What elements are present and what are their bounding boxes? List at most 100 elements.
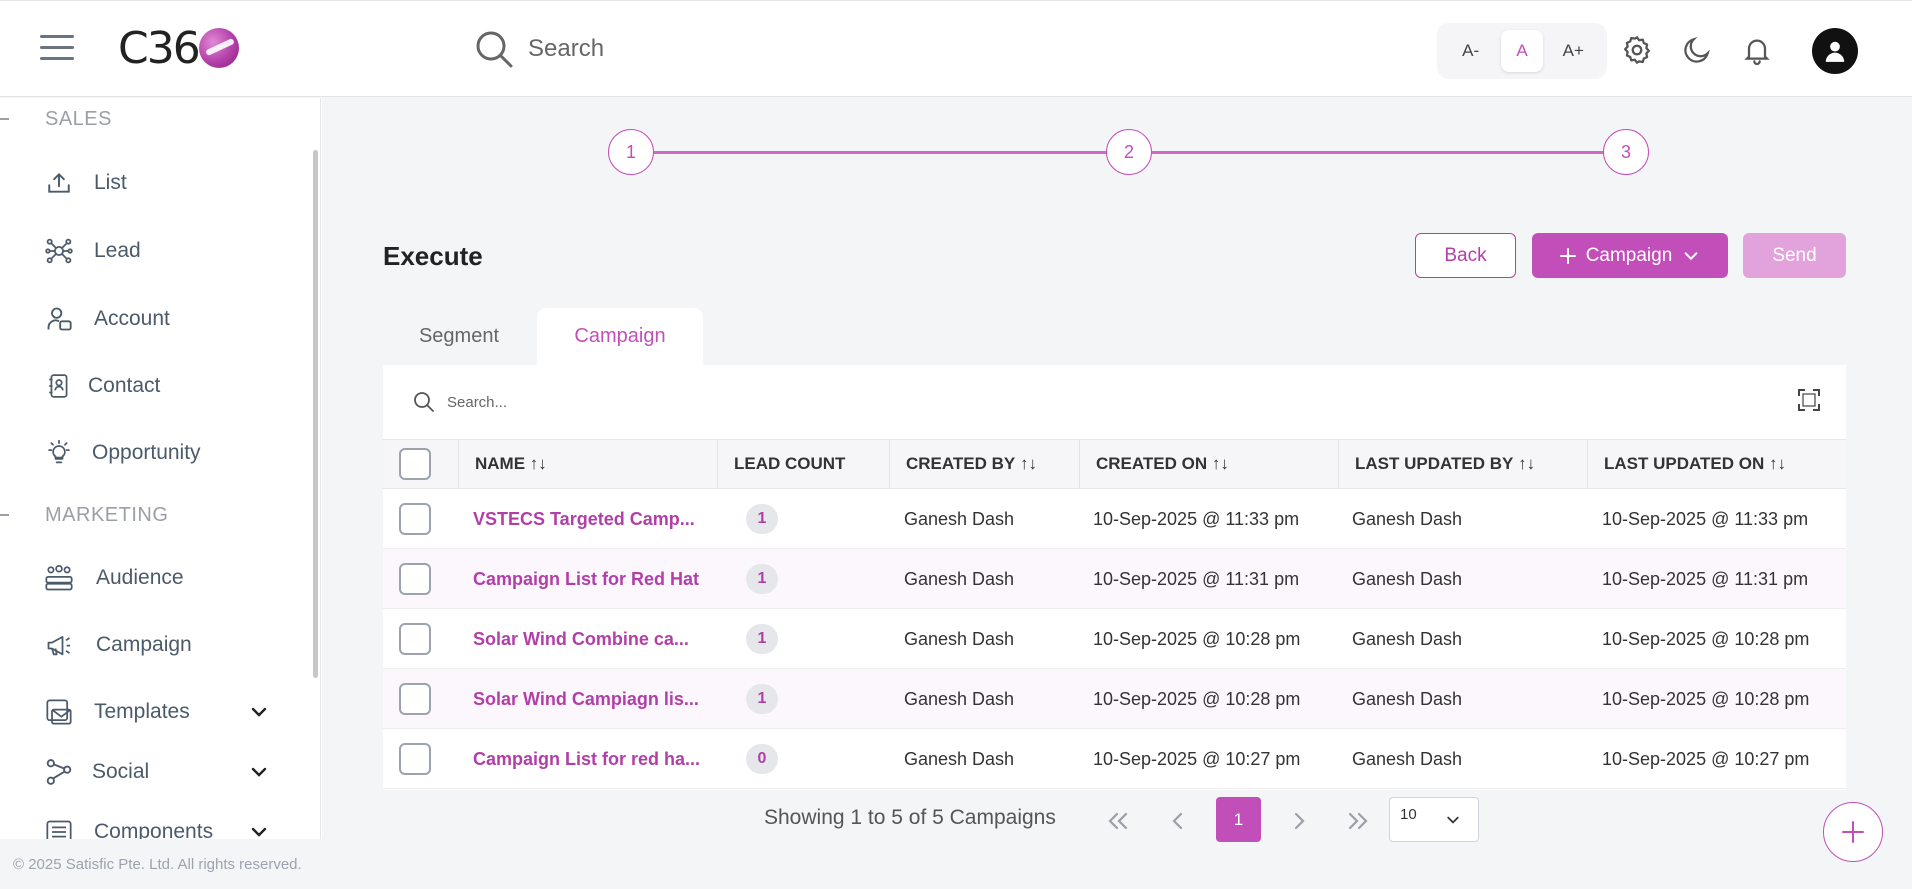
step-3-indicator[interactable]: 3 <box>1603 129 1649 175</box>
hamburger-menu-icon[interactable] <box>40 35 74 63</box>
sidebar-item-account[interactable]: Account <box>44 299 284 339</box>
campaign-name-link[interactable]: Solar Wind Combine ca... <box>473 609 689 669</box>
global-search-input[interactable] <box>528 35 828 63</box>
megaphone-icon <box>44 630 74 660</box>
add-campaign-dropdown-button[interactable]: Campaign <box>1532 233 1728 278</box>
column-header-label: CREATED ON <box>1096 454 1208 473</box>
updated-by-cell: Ganesh Dash <box>1352 508 1463 529</box>
campaign-name-link[interactable]: Campaign List for Red Hat <box>473 549 699 609</box>
network-icon <box>44 236 74 266</box>
campaign-name-link[interactable]: VSTECS Targeted Camp... <box>473 489 695 549</box>
sidebar-item-label: Templates <box>94 700 190 723</box>
sidebar-item-contact[interactable]: Contact <box>44 366 284 406</box>
section-divider <box>0 514 9 516</box>
fullscreen-expand-icon[interactable] <box>1797 388 1821 412</box>
column-header-created-by[interactable]: CREATED BY ↑↓ <box>889 440 1079 488</box>
sidebar-item-social[interactable]: Social <box>44 752 284 792</box>
chevron-down-icon[interactable] <box>249 702 269 722</box>
lead-count-badge: 1 <box>746 684 778 714</box>
stepper-connector <box>654 151 1108 154</box>
table-search[interactable] <box>413 391 747 413</box>
table-search-input[interactable] <box>447 393 747 411</box>
tab-campaign[interactable]: Campaign <box>537 308 703 365</box>
sidebar-item-campaign[interactable]: Campaign <box>44 625 284 665</box>
dark-mode-moon-icon[interactable] <box>1680 33 1714 67</box>
select-all-checkbox[interactable] <box>399 448 431 480</box>
previous-page-icon[interactable] <box>1156 799 1200 843</box>
audience-icon <box>44 563 74 593</box>
table-row[interactable]: Solar Wind Combine ca... 1 Ganesh Dash 1… <box>383 609 1846 669</box>
chevron-down-icon[interactable] <box>249 762 269 782</box>
sidebar-item-opportunity[interactable]: Opportunity <box>44 433 284 473</box>
column-header-label: NAME <box>475 454 526 473</box>
global-search[interactable] <box>474 29 828 69</box>
table-row[interactable]: Campaign List for Red Hat 1 Ganesh Dash … <box>383 549 1846 609</box>
user-avatar-icon[interactable] <box>1812 28 1858 74</box>
templates-icon <box>44 697 74 727</box>
sidebar-item-lead[interactable]: Lead <box>44 231 284 271</box>
campaign-name-link[interactable]: Solar Wind Campiagn lis... <box>473 669 699 729</box>
current-page-button[interactable]: 1 <box>1216 797 1261 842</box>
column-header-lead-count: LEAD COUNT <box>717 440 889 488</box>
column-header-last-updated-on[interactable]: LAST UPDATED ON ↑↓ <box>1587 440 1846 488</box>
row-checkbox[interactable] <box>399 683 431 715</box>
row-checkbox[interactable] <box>399 623 431 655</box>
app-logo[interactable]: C36 <box>118 23 239 74</box>
send-button[interactable]: Send <box>1743 233 1846 278</box>
column-header-last-updated-by[interactable]: LAST UPDATED BY ↑↓ <box>1338 440 1587 488</box>
updated-on-cell: 10-Sep-2025 @ 10:27 pm <box>1602 748 1810 769</box>
step-1-indicator[interactable]: 1 <box>608 129 654 175</box>
row-checkbox[interactable] <box>399 503 431 535</box>
created-on-cell: 10-Sep-2025 @ 11:33 pm <box>1093 508 1300 529</box>
sidebar-item-audience[interactable]: Audience <box>44 558 284 598</box>
sidebar-item-list[interactable]: List <box>44 163 284 203</box>
lead-count-badge: 0 <box>746 744 778 774</box>
sidebar-item-label: Audience <box>96 566 184 589</box>
font-default-button[interactable]: A <box>1500 30 1543 72</box>
last-page-icon[interactable] <box>1336 799 1380 843</box>
table-row[interactable]: VSTECS Targeted Camp... 1 Ganesh Dash 10… <box>383 489 1846 549</box>
first-page-icon[interactable] <box>1096 799 1140 843</box>
notification-bell-icon[interactable] <box>1740 33 1774 67</box>
column-header-name[interactable]: NAME ↑↓ <box>458 440 717 488</box>
page-size-select[interactable]: 10 <box>1389 797 1479 842</box>
share-nodes-icon <box>44 757 74 787</box>
next-page-icon[interactable] <box>1277 799 1321 843</box>
floating-add-button[interactable] <box>1823 802 1883 862</box>
sort-icon[interactable]: ↑↓ <box>1518 454 1535 474</box>
logo-globe-icon <box>198 28 239 68</box>
sort-icon[interactable]: ↑↓ <box>1212 454 1229 474</box>
settings-gear-icon[interactable] <box>1620 33 1654 67</box>
step-2-indicator[interactable]: 2 <box>1106 129 1152 175</box>
created-by-cell: Ganesh Dash <box>904 628 1015 649</box>
column-header-created-on[interactable]: CREATED ON ↑↓ <box>1079 440 1338 488</box>
row-checkbox[interactable] <box>399 563 431 595</box>
table-row[interactable]: Solar Wind Campiagn lis... 1 Ganesh Dash… <box>383 669 1846 729</box>
sort-icon[interactable]: ↑↓ <box>1020 454 1037 474</box>
user-card-icon <box>44 304 74 334</box>
column-header-label: LEAD COUNT <box>734 454 846 473</box>
sidebar: SALES List Lead Account Contact Opportun… <box>0 98 322 889</box>
row-checkbox[interactable] <box>399 743 431 775</box>
lightbulb-icon <box>44 438 74 468</box>
tab-segment[interactable]: Segment <box>383 308 535 365</box>
sidebar-scrollbar[interactable] <box>313 150 318 678</box>
table-row[interactable]: Campaign List for red ha... 0 Ganesh Das… <box>383 729 1846 789</box>
back-button[interactable]: Back <box>1415 233 1516 278</box>
column-header-label: CREATED BY <box>906 454 1016 473</box>
font-increase-button[interactable]: A+ <box>1552 30 1594 72</box>
stepper-connector <box>1152 151 1604 154</box>
sort-icon[interactable]: ↑↓ <box>530 454 547 474</box>
sidebar-item-label: Campaign <box>96 633 192 656</box>
page-size-value: 10 <box>1400 806 1417 823</box>
campaign-name-link[interactable]: Campaign List for red ha... <box>473 729 700 789</box>
sidebar-item-templates[interactable]: Templates <box>44 692 284 732</box>
plus-icon <box>1559 247 1576 264</box>
sort-icon[interactable]: ↑↓ <box>1769 454 1786 474</box>
section-title-sales: SALES <box>45 108 112 130</box>
contact-book-icon <box>44 371 74 401</box>
search-icon <box>476 31 513 68</box>
chevron-down-icon <box>1684 251 1698 260</box>
font-decrease-button[interactable]: A- <box>1450 30 1492 72</box>
created-by-cell: Ganesh Dash <box>904 688 1015 709</box>
